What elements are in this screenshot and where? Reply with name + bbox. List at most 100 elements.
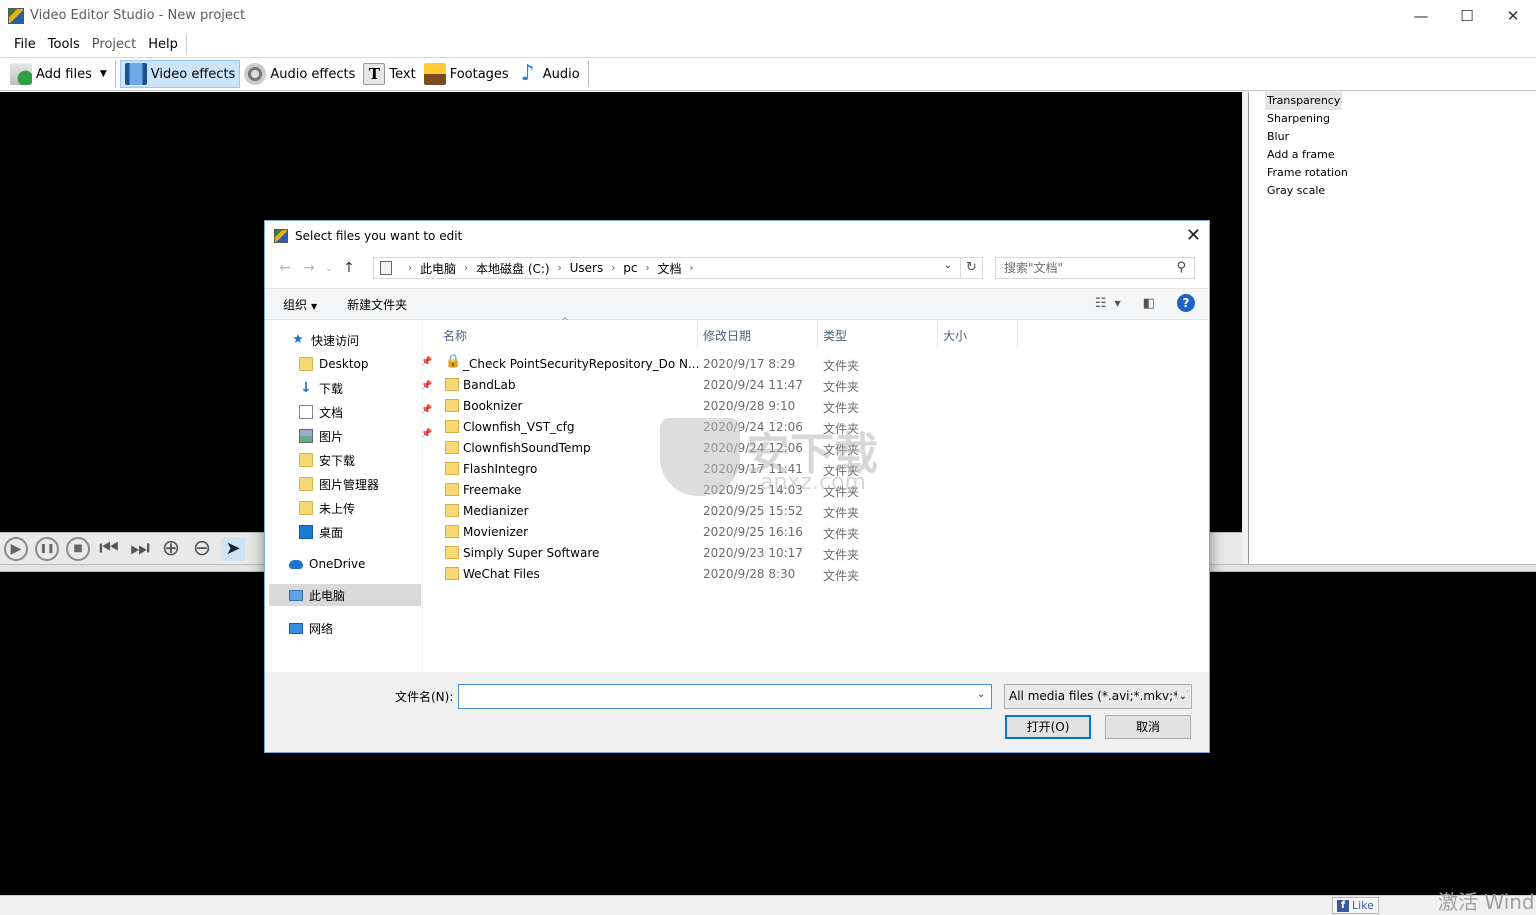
chevron-right-icon[interactable]: ›: [645, 263, 649, 274]
column-separator[interactable]: [937, 321, 938, 347]
effect-add-frame[interactable]: Add a frame: [1267, 146, 1536, 164]
chevron-down-icon[interactable]: ⌄: [944, 260, 952, 271]
text-button[interactable]: T Text: [359, 60, 419, 88]
search-icon[interactable]: ⚲: [1176, 258, 1186, 278]
maximize-button[interactable]: ☐: [1444, 0, 1490, 31]
chevron-down-icon[interactable]: ▼: [100, 69, 107, 79]
breadcrumb-pc[interactable]: pc: [623, 261, 637, 275]
add-files-button[interactable]: Add files ▼: [6, 60, 111, 88]
pause-button[interactable]: ❚❚: [35, 536, 59, 561]
file-type-select[interactable]: All media files (*.avi;*.mkv;*.f ⌄: [1004, 684, 1192, 709]
back-arrow-icon[interactable]: ←: [273, 260, 297, 276]
new-folder-button[interactable]: 新建文件夹: [347, 296, 407, 313]
file-row[interactable]: Booknizer 2020/9/28 9:10 文件夹: [439, 396, 1039, 417]
file-row[interactable]: Clownfish_VST_cfg 2020/9/24 12:06 文件夹: [439, 417, 1039, 438]
previous-frame-button[interactable]: ⏮: [97, 536, 121, 561]
breadcrumb-local-disk[interactable]: 本地磁盘 (C:): [476, 260, 550, 277]
file-row[interactable]: ClownfishSoundTemp 2020/9/24 12:06 文件夹: [439, 438, 1039, 459]
recent-locations-icon[interactable]: ⌄: [321, 263, 337, 274]
chevron-right-icon[interactable]: ›: [464, 263, 468, 274]
nav-this-pc[interactable]: 此电脑: [269, 584, 421, 606]
help-icon[interactable]: ?: [1177, 294, 1195, 312]
nav-label: 快速访问: [311, 333, 360, 348]
forward-arrow-icon[interactable]: →: [297, 260, 321, 276]
column-size[interactable]: 大小: [943, 327, 967, 344]
column-modified[interactable]: 修改日期: [703, 327, 751, 344]
nav-not-uploaded[interactable]: 未上传: [299, 497, 355, 519]
menu-project[interactable]: Project: [86, 37, 142, 52]
refresh-icon[interactable]: ↻: [960, 258, 982, 278]
breadcrumb-this-pc[interactable]: 此电脑: [420, 260, 456, 277]
open-button[interactable]: 打开(O): [1005, 715, 1091, 739]
title-bar: Video Editor Studio - New project — ☐ ✕: [0, 0, 1536, 31]
search-input[interactable]: 搜索"文档" ⚲: [995, 257, 1195, 279]
nav-desktop-cn[interactable]: 桌面: [299, 521, 343, 543]
chevron-right-icon[interactable]: ›: [408, 263, 412, 274]
file-row[interactable]: 🔒 _Check PointSecurityRepository_Do N... 2…: [439, 354, 1039, 375]
organize-button[interactable]: 组织 ▼: [283, 296, 317, 313]
preview-pane-icon[interactable]: ◧: [1143, 296, 1155, 311]
filename-label: 文件名(N):: [395, 690, 454, 704]
file-row[interactable]: BandLab 2020/9/24 11:47 文件夹: [439, 375, 1039, 396]
up-arrow-icon[interactable]: ↑: [337, 260, 361, 276]
file-row[interactable]: Movienizer 2020/9/25 16:16 文件夹: [439, 522, 1039, 543]
effect-frame-rotation[interactable]: Frame rotation: [1267, 164, 1536, 182]
chevron-right-icon[interactable]: ›: [558, 263, 562, 274]
view-options-icon[interactable]: ☷: [1095, 296, 1107, 311]
computer-icon: [289, 589, 303, 601]
file-row[interactable]: FlashIntegro 2020/9/17 11:41 文件夹: [439, 459, 1039, 480]
nav-documents[interactable]: 文档 📌: [299, 401, 432, 423]
play-button[interactable]: ▶: [4, 536, 28, 561]
chevron-right-icon[interactable]: ›: [611, 263, 615, 274]
effect-sharpening[interactable]: Sharpening: [1267, 110, 1536, 128]
stop-button[interactable]: ■: [66, 536, 90, 561]
chevron-down-icon[interactable]: ▼: [1115, 299, 1121, 308]
nav-downloads[interactable]: ↓ 下载 📌: [299, 377, 432, 399]
next-frame-button[interactable]: ⏭: [128, 536, 152, 561]
nav-picture-manager[interactable]: 图片管理器: [299, 473, 379, 495]
nav-an-xiazai[interactable]: 安下载: [299, 449, 355, 471]
column-separator[interactable]: [1017, 321, 1018, 347]
breadcrumb-documents[interactable]: 文档: [657, 260, 681, 277]
minimize-button[interactable]: —: [1398, 0, 1444, 31]
audio-button[interactable]: ♪ Audio: [513, 60, 584, 88]
chevron-down-icon[interactable]: ⌄: [977, 689, 985, 700]
nav-quick-access[interactable]: ★ 快速访问: [291, 329, 359, 351]
effect-transparency[interactable]: Transparency: [1265, 92, 1343, 110]
folder-icon: [299, 453, 313, 467]
nav-onedrive[interactable]: OneDrive: [289, 553, 365, 575]
close-button[interactable]: ✕: [1490, 0, 1536, 31]
column-separator[interactable]: [697, 321, 698, 347]
menu-help[interactable]: Help: [142, 37, 184, 52]
menu-file[interactable]: File: [8, 37, 42, 52]
nav-pictures[interactable]: 图片 📌: [299, 425, 432, 447]
chevron-right-icon[interactable]: ›: [689, 263, 693, 274]
cancel-button[interactable]: 取消: [1105, 715, 1191, 739]
effect-blur[interactable]: Blur: [1267, 128, 1536, 146]
file-row[interactable]: Medianizer 2020/9/25 15:52 文件夹: [439, 501, 1039, 522]
facebook-like-button[interactable]: f Like: [1332, 897, 1379, 914]
video-effects-button[interactable]: Video effects: [119, 60, 241, 88]
nav-label: 网络: [309, 621, 334, 636]
breadcrumb-users[interactable]: Users: [570, 261, 604, 275]
effect-gray-scale[interactable]: Gray scale: [1267, 182, 1536, 200]
file-row[interactable]: Simply Super Software 2020/9/23 10:17 文件夹: [439, 543, 1039, 564]
filename-input[interactable]: [458, 684, 992, 709]
file-date: 2020/9/17 11:41: [703, 462, 803, 476]
column-type[interactable]: 类型: [823, 327, 847, 344]
nav-desktop[interactable]: Desktop 📌: [299, 353, 432, 375]
column-separator[interactable]: [817, 321, 818, 347]
address-bar[interactable]: › 此电脑 › 本地磁盘 (C:) › Users › pc › 文档 › ⌄ …: [373, 257, 983, 279]
navigate-button[interactable]: ➤: [221, 536, 245, 561]
footages-button[interactable]: Footages: [420, 60, 513, 88]
zoom-out-button[interactable]: ⊖: [190, 536, 214, 561]
file-row[interactable]: Freemake 2020/9/25 14:03 文件夹: [439, 480, 1039, 501]
image-icon: [423, 63, 446, 85]
dialog-close-button[interactable]: ✕: [1186, 225, 1201, 246]
audio-effects-button[interactable]: Audio effects: [240, 60, 359, 88]
menu-tools[interactable]: Tools: [42, 37, 86, 52]
nav-network[interactable]: 网络: [289, 617, 333, 639]
zoom-in-button[interactable]: ⊕: [159, 536, 183, 561]
file-row[interactable]: WeChat Files 2020/9/28 8:30 文件夹: [439, 564, 1039, 585]
column-name[interactable]: 名称: [443, 327, 467, 344]
